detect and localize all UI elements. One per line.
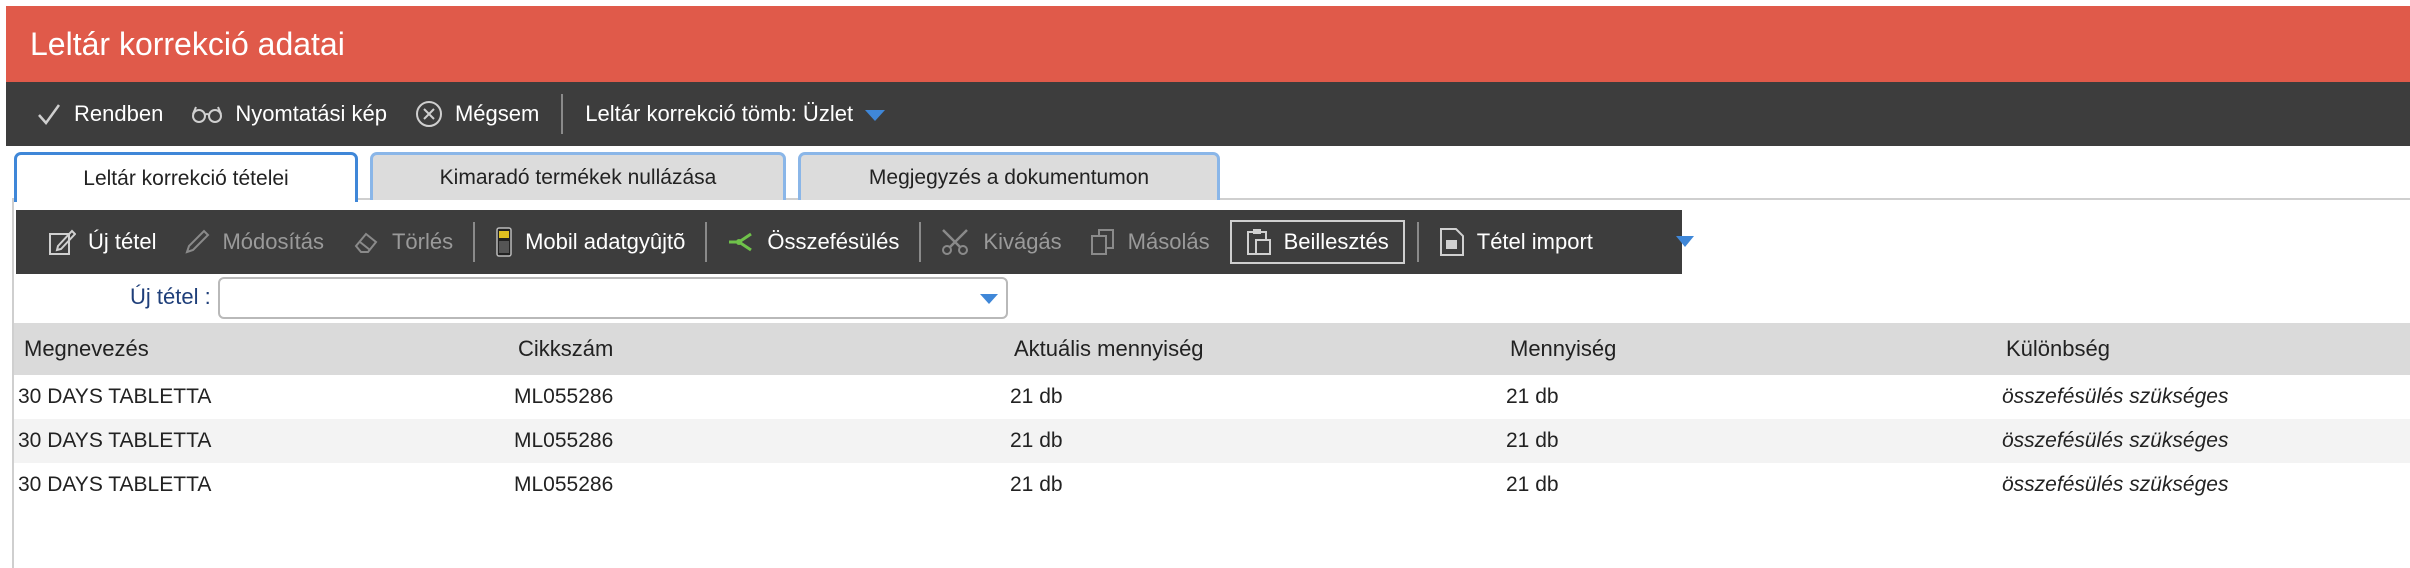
toolbar-divider [561,94,564,134]
chevron-down-icon[interactable] [1676,236,1694,247]
close-circle-icon [415,100,443,128]
cancel-label: Mégsem [454,101,540,126]
column-header-name[interactable]: Megnevezés [14,323,510,375]
new-item-select[interactable] [218,277,1008,319]
cell-sku: ML055286 [514,473,614,496]
import-label: Tétel import [1476,229,1593,254]
table-header: Megnevezés Cikkszám Aktuális mennyiség M… [14,323,2410,375]
new-item-button[interactable]: Új tétel [16,210,170,274]
print-preview-button[interactable]: Nyomtatási kép [177,82,401,146]
tab-label: Leltár korrekció tételei [83,166,289,190]
cell-current-qty: 21 db [1010,429,1063,452]
merge-button[interactable]: Összefésülés [713,210,913,274]
main-toolbar: Rendben Nyomtatási kép Mégsem Leltár kor… [6,82,2410,146]
eraser-icon [352,230,380,254]
checkmark-icon [36,102,62,126]
cell-name: 30 DAYS TABLETTA [18,385,212,408]
chevron-down-icon[interactable] [980,294,998,304]
cell-current-qty: 21 db [1010,473,1063,496]
cell-difference: összefésülés szükséges [2002,429,2229,452]
column-header-qty[interactable]: Mennyiség [1502,323,1998,375]
toolbar-divider [705,222,708,262]
print-preview-label: Nyomtatási kép [235,101,387,126]
column-header-difference[interactable]: Különbség [1998,323,2410,375]
import-icon [1439,227,1465,257]
column-header-current-qty[interactable]: Aktuális mennyiség [1006,323,1502,375]
cell-current-qty: 21 db [1010,385,1063,408]
chevron-down-icon [865,109,886,121]
cancel-button[interactable]: Mégsem [401,82,553,146]
table-row[interactable]: 30 DAYS TABLETTA ML055286 21 db 21 db ös… [14,463,2410,507]
copy-label: Másolás [1127,229,1210,254]
glasses-icon [191,104,223,124]
toolbar-divider [1416,222,1419,262]
mobile-collector-label: Mobil adatgyûjtõ [525,229,686,254]
cell-sku: ML055286 [514,429,614,452]
toolbar-divider [919,222,922,262]
new-item-field-label: Új tétel : [130,284,211,309]
column-header-sku[interactable]: Cikkszám [510,323,1006,375]
paste-button[interactable]: Beillesztés [1229,220,1405,264]
copy-icon [1090,228,1116,256]
table-row[interactable]: 30 DAYS TABLETTA ML055286 21 db 21 db ös… [14,419,2410,463]
tab-document-note[interactable]: Megjegyzés a dokumentumon [798,152,1220,200]
merge-icon [727,231,755,253]
tab-label: Kimaradó termékek nullázása [439,165,717,189]
items-table: Megnevezés Cikkszám Aktuális mennyiség M… [14,323,2410,507]
cell-qty: 21 db [1506,429,1559,452]
cell-name: 30 DAYS TABLETTA [18,429,212,452]
mobile-collector-button[interactable]: Mobil adatgyûjtõ [481,210,699,274]
modify-label: Módosítás [222,229,324,254]
cell-sku: ML055286 [514,385,614,408]
cut-label: Kivágás [983,229,1062,254]
cell-qty: 21 db [1506,385,1559,408]
delete-label: Törlés [391,229,454,254]
tab-inventory-items[interactable]: Leltár korrekció tételei [14,152,358,202]
scissors-icon [941,228,971,256]
ok-button[interactable]: Rendben [6,82,177,146]
tab-strip: Leltár korrekció tételei Kimaradó termék… [14,152,1232,202]
cut-button[interactable]: Kivágás [927,210,1075,274]
merge-label: Összefésülés [767,229,900,254]
tab-zero-missing-products[interactable]: Kimaradó termékek nullázása [370,152,786,200]
cell-name: 30 DAYS TABLETTA [18,473,212,496]
paste-icon [1246,228,1272,256]
mobile-device-icon [495,227,513,257]
table-row[interactable]: 30 DAYS TABLETTA ML055286 21 db 21 db ös… [14,375,2410,419]
edit-icon [48,228,76,256]
window-title: Leltár korrekció adatai [6,6,2410,82]
copy-button[interactable]: Másolás [1076,210,1224,274]
new-item-label: Új tétel [88,229,157,254]
modify-button[interactable]: Módosítás [170,210,338,274]
pencil-icon [184,229,210,255]
cell-difference: összefésülés szükséges [2002,385,2229,408]
items-toolbar: Új tétel Módosítás Törlés Mobil adatgyûj… [16,210,1682,274]
tab-label: Megjegyzés a dokumentumon [868,165,1150,189]
ok-label: Rendben [74,101,164,126]
table-body: 30 DAYS TABLETTA ML055286 21 db 21 db ös… [14,375,2410,507]
import-button[interactable]: Tétel import [1425,210,1607,274]
cell-difference: összefésülés szükséges [2002,473,2229,496]
delete-button[interactable]: Törlés [338,210,467,274]
block-selector-label: Leltár korrekció tömb: Üzlet [585,101,854,126]
cell-qty: 21 db [1506,473,1559,496]
paste-label: Beillesztés [1283,229,1389,254]
block-selector[interactable]: Leltár korrekció tömb: Üzlet [571,82,899,146]
toolbar-divider [473,222,476,262]
